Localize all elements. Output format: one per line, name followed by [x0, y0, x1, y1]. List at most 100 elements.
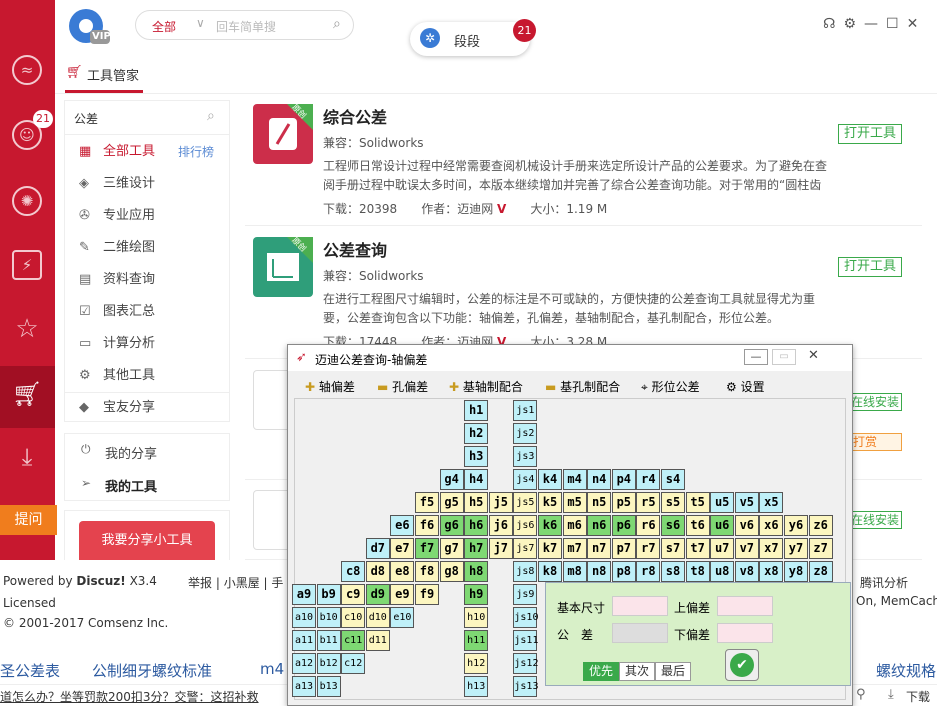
settings-icon[interactable]: ⚙ — [843, 16, 864, 32]
tolerance-cell-m4[interactable]: m4 — [562, 469, 587, 490]
basic-size-input[interactable] — [612, 596, 668, 616]
tolerance-cell-z6[interactable]: z6 — [808, 515, 833, 536]
cart-tools-icon[interactable]: 🛒︎ — [12, 381, 42, 411]
tolerance-cell-b13[interactable]: b13 — [316, 676, 341, 697]
search-icon[interactable]: ⌕ — [207, 108, 215, 124]
tolerance-cell-js10[interactable]: js10 — [513, 607, 538, 628]
priority-button[interactable]: 优先 — [583, 662, 619, 681]
tolerance-cell-s4[interactable]: s4 — [661, 469, 685, 490]
tolerance-cell-h7[interactable]: h7 — [464, 538, 489, 559]
tolerance-cell-p7[interactable]: p7 — [611, 538, 636, 559]
tolerance-cell-u8[interactable]: u8 — [710, 561, 735, 582]
tool-shaft-fit[interactable]: ✚ 基轴制配合 — [449, 378, 523, 395]
tolerance-cell-r6[interactable]: r6 — [636, 515, 661, 536]
my-share-link[interactable]: 我的分享 — [105, 443, 157, 462]
tolerance-cell-t7[interactable]: t7 — [685, 538, 710, 559]
tolerance-cell-c8[interactable]: c8 — [341, 561, 366, 582]
battery-icon[interactable]: ⚡ — [12, 250, 42, 280]
tolerance-cell-js12[interactable]: js12 — [513, 653, 538, 674]
tolerance-cell-t6[interactable]: t6 — [685, 515, 710, 536]
tolerance-cell-b12[interactable]: b12 — [316, 653, 341, 674]
tolerance-cell-h2[interactable]: h2 — [464, 423, 489, 444]
tolerance-cell-h3[interactable]: h3 — [464, 446, 489, 467]
download-icon[interactable]: ⤓ — [888, 687, 894, 702]
app-logo[interactable]: VIP — [66, 6, 111, 46]
tolerance-cell-js2[interactable]: js2 — [513, 423, 538, 444]
tolerance-cell-e8[interactable]: e8 — [390, 561, 415, 582]
tolerance-cell-e7[interactable]: e7 — [390, 538, 415, 559]
tolerance-cell-p6[interactable]: p6 — [611, 515, 636, 536]
tolerance-cell-h13[interactable]: h13 — [464, 676, 489, 697]
tool-title[interactable]: 综合公差 — [323, 104, 387, 128]
tolerance-cell-g5[interactable]: g5 — [439, 492, 464, 513]
tolerance-cell-x5[interactable]: x5 — [759, 492, 784, 513]
tolerance-cell-s8[interactable]: s8 — [661, 561, 685, 582]
tolerance-cell-e9[interactable]: e9 — [390, 584, 415, 605]
menu-item-share[interactable]: ◆ 宝友分享 — [65, 392, 229, 424]
gear-wheel-icon[interactable]: ✺ — [12, 186, 42, 216]
tolerance-cell-f8[interactable]: f8 — [415, 561, 439, 582]
menu-item-3d[interactable]: ◈ 三维设计 — [65, 168, 229, 200]
tag-link[interactable]: m4 — [260, 660, 284, 678]
tolerance-cell-v7[interactable]: v7 — [734, 538, 759, 559]
chevron-down-icon[interactable]: ∨ — [196, 16, 205, 30]
tolerance-cell-b9[interactable]: b9 — [316, 584, 341, 605]
tolerance-cell-j6[interactable]: j6 — [488, 515, 513, 536]
tolerance-cell-z7[interactable]: z7 — [808, 538, 833, 559]
minimize-icon[interactable]: — — [864, 16, 886, 32]
tolerance-cell-k7[interactable]: k7 — [538, 538, 562, 559]
tip-button[interactable]: 打赏 — [846, 433, 902, 451]
tolerance-cell-v8[interactable]: v8 — [734, 561, 759, 582]
tolerance-cell-z8[interactable]: z8 — [808, 561, 833, 582]
analytics-link[interactable]: 腾讯分析 — [860, 574, 908, 591]
tool-geo-tol[interactable]: ⌖ 形位公差 — [641, 378, 700, 395]
tolerance-cell-b11[interactable]: b11 — [316, 630, 341, 651]
tolerance-cell-js3[interactable]: js3 — [513, 446, 538, 467]
close-icon[interactable]: ✕ — [808, 348, 819, 363]
tolerance-cell-y8[interactable]: y8 — [784, 561, 808, 582]
share-tool-button[interactable]: 我要分享小工具 — [79, 521, 215, 561]
tolerance-cell-c11[interactable]: c11 — [341, 630, 366, 651]
install-button[interactable]: 在线安装 — [846, 511, 902, 529]
menu-item-charts[interactable]: ☑ 图表汇总 — [65, 296, 229, 328]
tolerance-cell-r4[interactable]: r4 — [636, 469, 661, 490]
tolerance-cell-k5[interactable]: k5 — [538, 492, 562, 513]
tolerance-cell-y6[interactable]: y6 — [784, 515, 808, 536]
tolerance-cell-js8[interactable]: js8 — [513, 561, 538, 582]
tolerance-cell-h1[interactable]: h1 — [464, 400, 489, 421]
headset-icon[interactable]: ☊ — [823, 16, 843, 32]
search-input[interactable]: 回车简单搜 — [216, 18, 276, 35]
tolerance-cell-s7[interactable]: s7 — [661, 538, 685, 559]
news-link[interactable]: 道怎么办？坐等罚款200扣3分？交警：这招补救 — [0, 688, 259, 705]
menu-item-2d[interactable]: ✎ 二维绘图 — [65, 232, 229, 264]
tolerance-cell-c12[interactable]: c12 — [341, 653, 366, 674]
search-icon[interactable]: ⌕ — [333, 16, 341, 32]
blackroom-link[interactable]: 小黑屋 — [224, 576, 260, 590]
tolerance-cell-d8[interactable]: d8 — [365, 561, 390, 582]
tolerance-cell-m6[interactable]: m6 — [562, 515, 587, 536]
tolerance-cell-b10[interactable]: b10 — [316, 607, 341, 628]
second-button[interactable]: 其次 — [619, 662, 655, 681]
tolerance-cell-r8[interactable]: r8 — [636, 561, 661, 582]
tolerance-cell-u5[interactable]: u5 — [710, 492, 735, 513]
tolerance-cell-r7[interactable]: r7 — [636, 538, 661, 559]
menu-item-pro[interactable]: ✇ 专业应用 — [65, 200, 229, 232]
tolerance-cell-js13[interactable]: js13 — [513, 676, 538, 697]
tolerance-cell-s6[interactable]: s6 — [661, 515, 685, 536]
tolerance-cell-f7[interactable]: f7 — [415, 538, 439, 559]
tolerance-cell-x6[interactable]: x6 — [759, 515, 784, 536]
open-tool-button[interactable]: 打开工具 — [838, 257, 902, 277]
tolerance-cell-k6[interactable]: k6 — [538, 515, 562, 536]
tolerance-cell-a12[interactable]: a12 — [292, 653, 316, 674]
tolerance-cell-d10[interactable]: d10 — [365, 607, 390, 628]
tolerance-cell-c10[interactable]: c10 — [341, 607, 366, 628]
mobile-link[interactable]: 手 — [271, 576, 283, 590]
menu-item-calc[interactable]: ▭ 计算分析 — [65, 328, 229, 360]
menu-item-other[interactable]: ⚙ 其他工具 — [65, 360, 229, 392]
install-button[interactable]: 在线安装 — [846, 393, 902, 411]
tolerance-cell-m8[interactable]: m8 — [562, 561, 587, 582]
tolerance-cell-y7[interactable]: y7 — [784, 538, 808, 559]
tolerance-cell-f9[interactable]: f9 — [415, 584, 439, 605]
tolerance-cell-j7[interactable]: j7 — [488, 538, 513, 559]
ranking-link[interactable]: 排行榜 — [178, 136, 214, 168]
